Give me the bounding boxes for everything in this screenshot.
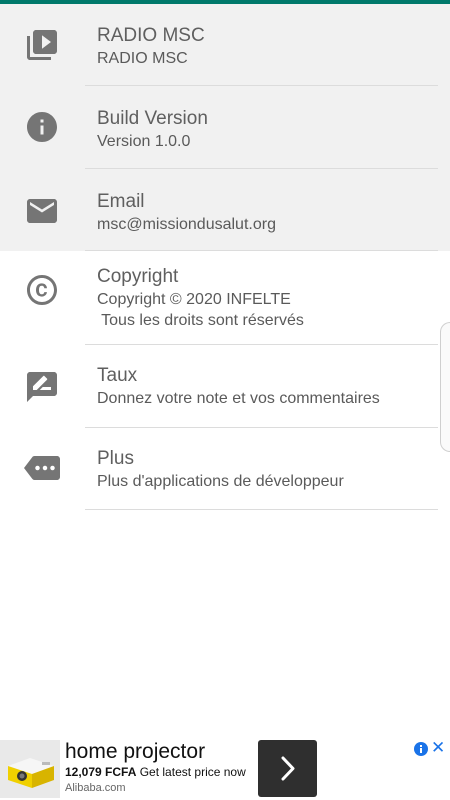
row-subtitle: RADIO MSC <box>97 50 188 67</box>
row-subtitle: Plus d'applications de développeur <box>97 473 344 490</box>
row-copyright[interactable]: Copyright Copyright © 2020 INFELTE Tous … <box>0 251 450 345</box>
row-subtitle: Donnez votre note et vos commentaires <box>97 390 380 407</box>
edge-panel-handle[interactable] <box>440 322 450 452</box>
ad-headline[interactable]: home projector <box>65 740 205 764</box>
row-title: Plus <box>97 448 134 469</box>
divider <box>85 509 438 510</box>
row-title: RADIO MSC <box>97 25 205 46</box>
info-icon <box>24 109 60 145</box>
ad-banner[interactable]: home projector 12,079 FCFA Get latest pr… <box>0 738 450 800</box>
row-title: Copyright <box>97 266 179 287</box>
video-library-icon <box>24 27 60 63</box>
row-rate[interactable]: Taux Donnez votre note et vos commentair… <box>0 345 450 428</box>
rate-review-icon <box>24 369 60 405</box>
row-more-apps[interactable]: Plus Plus d'applications de développeur <box>0 428 450 510</box>
row-title: Email <box>97 191 145 212</box>
row-build-version[interactable]: Build Version Version 1.0.0 <box>0 86 450 169</box>
row-email[interactable]: Email msc@missiondusalut.org <box>0 169 450 251</box>
row-subtitle: Version 1.0.0 <box>97 133 191 150</box>
ad-domain: Alibaba.com <box>65 782 126 794</box>
ad-price: 12,079 FCFA <box>65 765 137 779</box>
row-app-name[interactable]: RADIO MSC RADIO MSC <box>0 4 450 86</box>
ad-open-button[interactable] <box>258 740 317 797</box>
projector-image[interactable] <box>0 740 60 798</box>
chevron-right-icon <box>281 756 295 781</box>
copyright-icon <box>24 272 60 308</box>
more-apps-icon <box>24 450 60 486</box>
ad-info-icon[interactable] <box>413 741 429 757</box>
ad-price-line: 12,079 FCFA Get latest price now <box>65 765 246 779</box>
ad-price-note: Get latest price now <box>139 765 246 779</box>
row-subtitle: Copyright © 2020 INFELTE Tous les droits… <box>97 291 304 329</box>
ad-close-icon[interactable]: ✕ <box>431 738 445 758</box>
row-title: Build Version <box>97 108 208 129</box>
row-title: Taux <box>97 365 138 386</box>
row-subtitle: msc@missiondusalut.org <box>97 216 276 233</box>
email-icon <box>24 193 60 229</box>
about-list: RADIO MSC RADIO MSC Build Version Versio… <box>0 4 450 510</box>
